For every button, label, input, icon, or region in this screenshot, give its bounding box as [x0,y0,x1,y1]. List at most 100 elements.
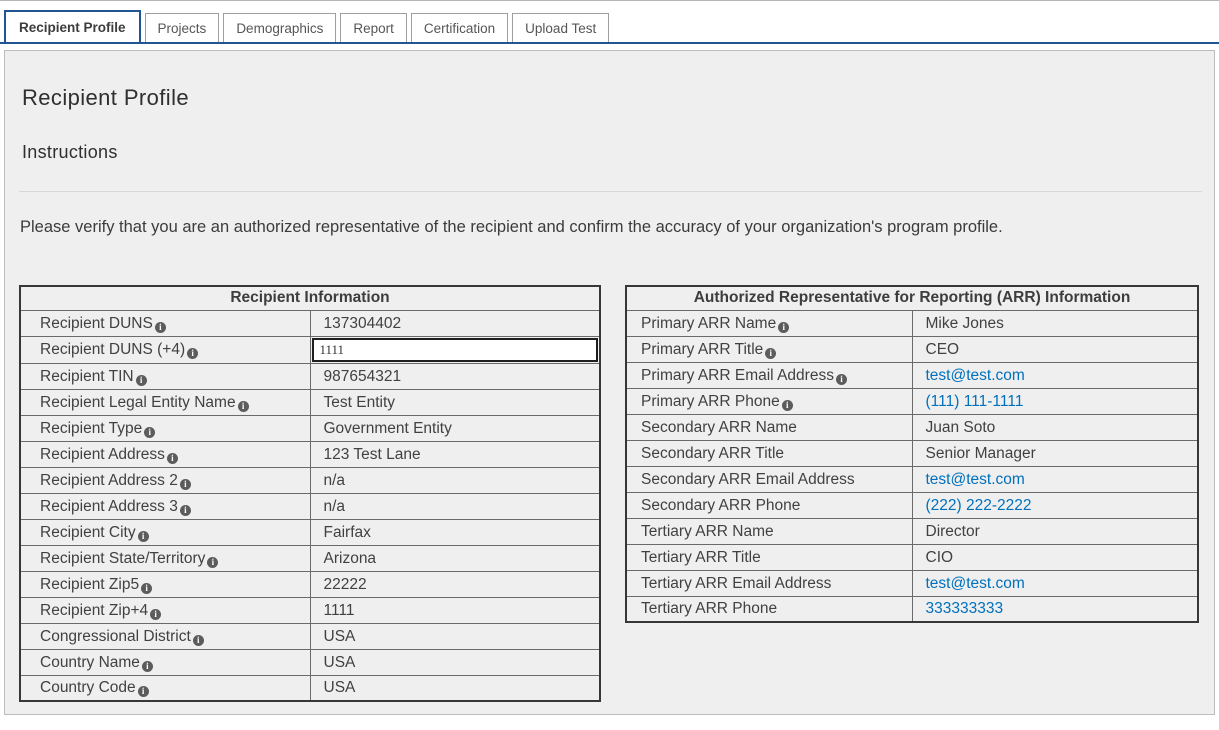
row-value: Director [926,523,980,540]
table-header-row: Recipient Information [20,286,600,310]
row-value: USA [324,628,356,645]
row-label: Recipient Address [40,446,165,463]
row-label: Recipient DUNS (+4) [40,341,185,358]
divider [19,191,1202,192]
row-label: Recipient DUNS [40,315,153,332]
info-icon[interactable]: i [167,453,178,464]
info-icon[interactable]: i [180,505,191,516]
info-icon[interactable]: i [238,401,249,412]
table-row-primary-arr-email: Primary ARR Email Addressi test@test.com [626,362,1198,388]
info-icon[interactable]: i [138,686,149,697]
row-value: Mike Jones [926,315,1004,332]
table-row-secondary-arr-title: Secondary ARR Title Senior Manager [626,440,1198,466]
tab-report[interactable]: Report [340,13,407,42]
row-label: Country Code [40,679,136,696]
info-icon[interactable]: i [180,479,191,490]
recipient-duns-plus4-input[interactable] [312,338,599,362]
row-label: Recipient Zip+4 [40,602,148,619]
tab-bar: Recipient ProfileProjectsDemographicsRep… [0,1,1219,44]
row-label: Recipient Address 3 [40,498,178,515]
info-icon[interactable]: i [836,374,847,385]
table-row-recipient-city: Recipient Cityi Fairfax [20,519,600,545]
table-row-tertiary-arr-phone: Tertiary ARR Phone 333333333 [626,596,1198,622]
table-row-primary-arr-name: Primary ARR Namei Mike Jones [626,310,1198,336]
row-label: Tertiary ARR Email Address [641,575,831,592]
table-row-secondary-arr-name: Secondary ARR NameJuan Soto [626,414,1198,440]
info-icon[interactable]: i [136,375,147,386]
table-row-country-code: Country Codei USA [20,675,600,701]
info-icon[interactable]: i [144,427,155,438]
secondary-arr-email-link[interactable]: test@test.com [926,471,1025,488]
row-value: Test Entity [324,394,396,411]
info-icon[interactable]: i [765,348,776,359]
info-icon[interactable]: i [150,609,161,620]
secondary-arr-phone-link[interactable]: (222) 222-2222 [926,497,1032,514]
table-row-recipient-zip5: Recipient Zip5i22222 [20,571,600,597]
table-row-country-name: Country NameiUSA [20,649,600,675]
table-row-recipient-zip-plus4: Recipient Zip+4i1111 [20,597,600,623]
row-value: USA [324,679,356,696]
table-row-recipient-type: Recipient TypeiGovernment Entity [20,415,600,441]
row-value: 987654321 [324,368,402,385]
row-label: Recipient Address 2 [40,472,178,489]
content-panel: Recipient Profile Instructions Please ve… [4,50,1215,715]
info-icon[interactable]: i [193,635,204,646]
row-value: CIO [926,549,954,566]
row-label: Recipient Type [40,420,142,437]
table-row-tertiary-arr-title: Tertiary ARR Title CIO [626,544,1198,570]
tab-upload-test[interactable]: Upload Test [512,13,609,42]
row-label: Tertiary ARR Name [641,523,774,540]
tab-recipient-profile[interactable]: Recipient Profile [4,10,141,42]
info-icon[interactable]: i [141,583,152,594]
row-label: Tertiary ARR Phone [641,600,777,617]
tab-certification[interactable]: Certification [411,13,508,42]
recipient-information-title: Recipient Information [20,286,600,310]
table-row-primary-arr-title: Primary ARR Titlei CEO [626,336,1198,362]
info-icon[interactable]: i [155,322,166,333]
row-value: 123 Test Lane [324,446,421,463]
table-row-recipient-duns-plus4: Recipient DUNS (+4)i [20,336,600,363]
row-value: CEO [926,341,960,358]
row-label: Tertiary ARR Title [641,549,761,566]
row-label: Primary ARR Phone [641,393,780,410]
info-icon[interactable]: i [778,322,789,333]
table-row-tertiary-arr-name: Tertiary ARR Name Director [626,518,1198,544]
row-label: Primary ARR Email Address [641,367,834,384]
info-icon[interactable]: i [207,557,218,568]
info-icon[interactable]: i [187,348,198,359]
primary-arr-email-link[interactable]: test@test.com [926,367,1025,384]
row-label: Secondary ARR Name [641,419,797,436]
row-value: USA [324,654,356,671]
table-row-secondary-arr-email: Secondary ARR Email Addresstest@test.com [626,466,1198,492]
row-label: Recipient State/Territory [40,550,205,567]
row-label: Secondary ARR Title [641,445,784,462]
tertiary-arr-phone-link[interactable]: 333333333 [926,600,1004,617]
arr-information-title: Authorized Representative for Reporting … [626,286,1198,310]
row-label: Recipient City [40,524,136,541]
instructions-heading: Instructions [22,142,1202,163]
recipient-information-table: Recipient Information Recipient DUNSi137… [19,285,601,702]
row-label: Recipient Legal Entity Name [40,394,236,411]
row-label: Congressional District [40,628,191,645]
table-header-row: Authorized Representative for Reporting … [626,286,1198,310]
row-value: 22222 [324,576,367,593]
row-label: Primary ARR Title [641,341,763,358]
table-row-recipient-address: Recipient Addressi 123 Test Lane [20,441,600,467]
table-row-recipient-address-3: Recipient Address 3i n/a [20,493,600,519]
tertiary-arr-email-link[interactable]: test@test.com [926,575,1025,592]
table-row-recipient-address-2: Recipient Address 2in/a [20,467,600,493]
primary-arr-phone-link[interactable]: (111) 111-1111 [926,393,1024,410]
table-row-secondary-arr-phone: Secondary ARR Phone (222) 222-2222 [626,492,1198,518]
tab-projects[interactable]: Projects [145,13,220,42]
tab-demographics[interactable]: Demographics [223,13,336,42]
table-row-tertiary-arr-email: Tertiary ARR Email Address test@test.com [626,570,1198,596]
info-icon[interactable]: i [782,400,793,411]
table-row-recipient-tin: Recipient TINi987654321 [20,363,600,389]
row-value: Senior Manager [926,445,1036,462]
row-value: n/a [324,498,346,515]
row-label: Secondary ARR Phone [641,497,800,514]
row-value: Fairfax [324,524,371,541]
info-icon[interactable]: i [142,661,153,672]
info-icon[interactable]: i [138,531,149,542]
row-label: Primary ARR Name [641,315,776,332]
